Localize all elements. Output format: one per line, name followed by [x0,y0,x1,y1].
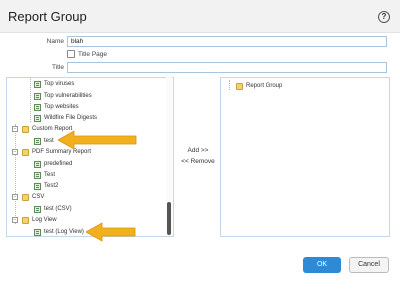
help-icon[interactable]: ? [378,11,390,23]
collapse-toggle-icon[interactable]: − [12,217,18,223]
collapse-toggle-icon[interactable]: − [12,126,18,132]
report-icon [34,104,41,111]
add-button[interactable]: Add >> [176,147,220,154]
collapse-toggle-icon[interactable]: − [12,194,18,200]
tree-item-label: predefined [44,161,73,167]
folder-icon [22,194,29,201]
tree-item-label: Log View [32,217,57,223]
tree-item-label: Test [44,172,56,178]
folder-icon [22,149,29,156]
callout-arrow-icon [86,222,136,242]
tree-item-label: Wildfire File Digests [44,115,98,121]
tree-item-label: Test2 [44,183,59,189]
report-group-dialog: Report Group ? Name Title Page Title Top… [0,0,400,289]
callout-arrow-icon [58,130,137,150]
name-input[interactable] [67,36,387,47]
cancel-button[interactable]: Cancel [349,257,389,273]
report-icon [34,81,41,88]
report-icon [34,138,41,145]
tree-item-label: test (Log View) [44,229,84,235]
ok-button[interactable]: OK [303,257,341,273]
tree-item-label: Top websites [44,104,79,110]
tree-item-label: Top vulnerabilities [44,93,92,99]
tree-guide-line [30,77,31,122]
folder-icon [236,83,243,90]
title-page-label: Title Page [78,51,108,58]
name-label: Name [46,38,64,45]
dialog-titlebar: Report Group ? [0,0,400,33]
folder-icon [22,126,29,133]
remove-button[interactable]: << Remove [176,158,220,165]
title-label: Title [51,64,64,71]
tree-item-label: test [44,138,54,144]
report-icon [34,183,41,190]
report-icon [34,229,41,236]
title-page-checkbox[interactable] [67,50,75,58]
tree-guide-line [229,80,230,90]
tree-item-label: test (CSV) [44,206,72,212]
report-icon [34,206,41,213]
title-input[interactable] [67,62,387,73]
report-group-tree[interactable] [220,77,390,237]
dialog-title: Report Group [8,9,87,24]
report-icon [34,172,41,179]
tree-guide-line [15,124,16,224]
tree-item-label: Report Group [246,83,283,89]
report-icon [34,115,41,122]
folder-icon [22,217,29,224]
tree-item-label: Top viruses [44,81,75,87]
report-icon [34,161,41,168]
available-reports-tree[interactable] [6,77,174,237]
tree-item-label: CSV [32,194,45,200]
report-icon [34,93,41,100]
collapse-toggle-icon[interactable]: − [12,149,18,155]
tree-scrollbar-thumb[interactable] [167,202,171,235]
